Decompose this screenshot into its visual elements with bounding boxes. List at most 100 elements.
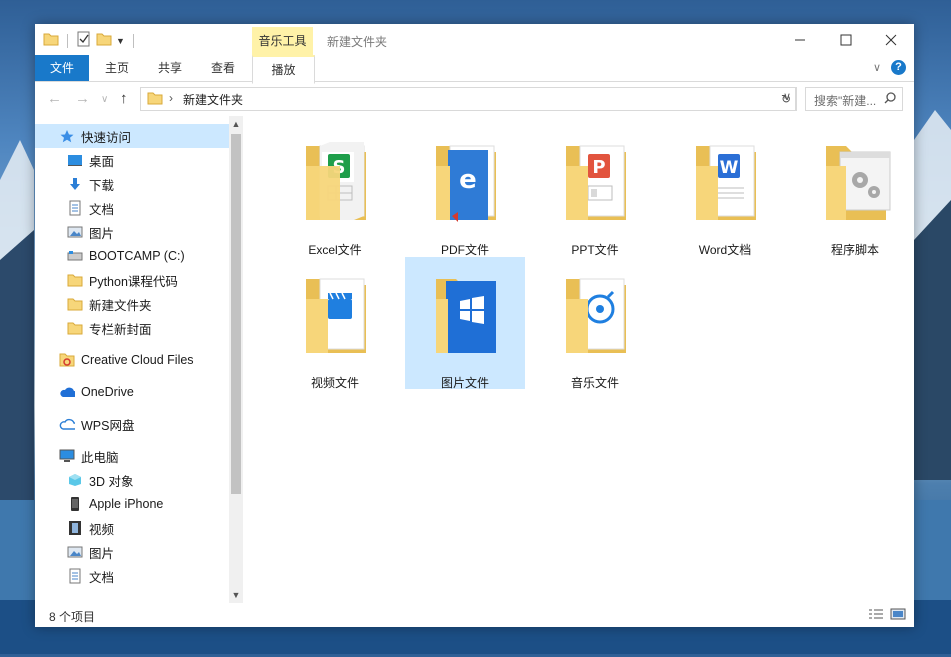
new-folder-icon[interactable] xyxy=(96,32,112,49)
nav-item-downloads[interactable]: 下载 xyxy=(35,172,229,196)
pdf-folder-icon: e xyxy=(436,145,496,222)
file-item-script[interactable]: 程序脚本 xyxy=(795,124,915,257)
tab-share[interactable]: 共享 xyxy=(148,55,192,81)
help-icon[interactable]: ? xyxy=(891,60,906,75)
ribbon-tools: ∨ ? xyxy=(873,60,906,75)
nav-item-pictures[interactable]: 图片 xyxy=(35,220,229,244)
nav-item-new-folder[interactable]: 新建文件夹 xyxy=(35,292,229,316)
nav-label: Apple iPhone xyxy=(89,497,164,511)
status-bar: 8 个项目 xyxy=(35,603,914,627)
up-arrow-icon[interactable]: ↑ xyxy=(120,90,128,107)
maximize-icon xyxy=(840,34,852,45)
breadcrumb-chevron-icon[interactable]: › xyxy=(169,91,173,105)
nav-item-bootcamp-drive[interactable]: BOOTCAMP (C:) xyxy=(35,244,229,268)
minimize-icon xyxy=(795,39,805,40)
address-bar[interactable]: › 新建文件夹 ∨ xyxy=(140,87,796,111)
search-box[interactable]: 搜索"新建... xyxy=(805,87,903,111)
drive-icon xyxy=(67,248,83,264)
nav-label: 文档 xyxy=(89,202,115,217)
recent-locations-chevron-icon[interactable]: ∨ xyxy=(101,94,108,105)
details-view-icon[interactable] xyxy=(868,608,884,623)
file-explorer-window: ▼ 音乐工具 新建文件夹 文件 主页 共享 查看 播放 ∨ ? ← → ∨ ↑ xyxy=(35,24,914,627)
divider xyxy=(132,33,134,48)
nav-label: Creative Cloud Files xyxy=(81,353,194,367)
svg-text:W: W xyxy=(720,158,739,178)
nav-item-column-cover-folder[interactable]: 专栏新封面 xyxy=(35,316,229,340)
nav-label: OneDrive xyxy=(81,385,134,399)
nav-item-documents-pc[interactable]: 文档 xyxy=(35,564,229,588)
nav-label: WPS网盘 xyxy=(81,418,135,433)
nav-item-this-pc[interactable]: 此电脑 xyxy=(35,444,229,468)
nav-scrollbar[interactable]: ▲ ▼ xyxy=(229,116,243,603)
context-tab-header: 音乐工具 xyxy=(252,27,313,55)
nav-item-videos[interactable]: 视频 xyxy=(35,516,229,540)
nav-item-desktop[interactable]: 桌面 xyxy=(35,148,229,172)
folder-icon xyxy=(67,272,83,288)
file-item-label: 程序脚本 xyxy=(830,243,879,257)
file-item-word[interactable]: W Word文档 xyxy=(665,124,785,257)
back-arrow-icon[interactable]: ← xyxy=(47,90,62,107)
nav-item-quick-access[interactable]: 快速访问 xyxy=(35,124,229,148)
forward-arrow-icon[interactable]: → xyxy=(75,90,90,107)
nav-item-apple-iphone[interactable]: Apple iPhone xyxy=(35,492,229,516)
file-item-label: 视频文件 xyxy=(310,376,359,390)
refresh-icon: ↻ xyxy=(780,92,792,106)
nav-label: 下载 xyxy=(89,178,115,193)
close-button[interactable] xyxy=(868,24,914,55)
nav-item-creative-cloud[interactable]: Creative Cloud Files xyxy=(35,348,229,372)
nav-item-onedrive[interactable]: OneDrive xyxy=(35,380,229,404)
document-icon xyxy=(67,200,83,216)
quick-access-toolbar: ▼ xyxy=(43,31,138,50)
divider xyxy=(67,33,68,48)
nav-item-documents[interactable]: 文档 xyxy=(35,196,229,220)
file-item-label: PPT文件 xyxy=(571,243,619,257)
window-title: 新建文件夹 xyxy=(327,35,388,49)
nav-item-python-folder[interactable]: Python课程代码 xyxy=(35,268,229,292)
picture-icon xyxy=(67,224,83,240)
file-item-ppt[interactable]: P PPT文件 xyxy=(535,124,655,257)
large-icons-view-icon[interactable] xyxy=(890,608,906,623)
title-bar: ▼ 音乐工具 新建文件夹 xyxy=(35,24,914,55)
nav-item-pictures-pc[interactable]: 图片 xyxy=(35,540,229,564)
scrollbar-thumb[interactable] xyxy=(231,134,241,494)
minimize-button[interactable] xyxy=(777,24,823,55)
address-row: ← → ∨ ↑ › 新建文件夹 ∨ ↻ 搜索"新建... xyxy=(35,83,914,115)
customize-toolbar-dropdown-icon[interactable]: ▼ xyxy=(116,36,125,46)
close-icon xyxy=(885,34,897,45)
maximize-button[interactable] xyxy=(823,24,869,55)
nav-label: 快速访问 xyxy=(81,130,132,145)
svg-text:P: P xyxy=(592,157,605,178)
file-item-video[interactable]: 视频文件 xyxy=(275,257,395,390)
ribbon-tab-bar: 文件 主页 共享 查看 播放 ∨ ? xyxy=(35,55,914,84)
refresh-button[interactable]: ↻ xyxy=(776,87,797,111)
gear-folder-icon xyxy=(826,146,891,220)
file-item-music[interactable]: 音乐文件 xyxy=(535,257,655,390)
search-icon xyxy=(884,92,896,107)
expand-ribbon-chevron-icon[interactable]: ∨ xyxy=(873,61,881,74)
nav-item-wps-cloud[interactable]: WPS网盘 xyxy=(35,412,229,436)
search-placeholder: 搜索"新建... xyxy=(814,94,877,108)
navigation-pane: 快速访问 桌面 下载 文档 图片 BOOTCAMP (C:) Python课程代… xyxy=(35,116,229,603)
nav-label: Python课程代码 xyxy=(89,274,178,289)
properties-checkbox-icon[interactable] xyxy=(76,31,92,50)
file-item-pictures[interactable]: 图片文件 xyxy=(405,257,525,390)
file-item-pdf[interactable]: e PDF文件 xyxy=(405,124,525,257)
star-icon xyxy=(59,128,75,144)
breadcrumb-current-folder[interactable]: 新建文件夹 xyxy=(183,91,243,108)
phone-icon xyxy=(67,496,83,512)
tab-file[interactable]: 文件 xyxy=(35,55,89,81)
nav-item-3d-objects[interactable]: 3D 对象 xyxy=(35,468,229,492)
scroll-up-arrow-icon[interactable]: ▲ xyxy=(229,116,243,132)
tab-view[interactable]: 查看 xyxy=(201,55,245,81)
tab-home[interactable]: 主页 xyxy=(95,55,139,81)
nav-label: 视频 xyxy=(89,522,115,537)
onedrive-cloud-icon xyxy=(59,384,75,400)
tab-play[interactable]: 播放 xyxy=(252,55,315,84)
computer-icon xyxy=(59,448,75,464)
wps-cloud-icon xyxy=(59,416,75,432)
scroll-down-arrow-icon[interactable]: ▼ xyxy=(229,587,243,603)
file-item-excel[interactable]: S Excel文件 xyxy=(275,124,395,257)
folder-icon xyxy=(147,91,163,108)
document-icon xyxy=(67,568,83,584)
nav-label: 图片 xyxy=(89,546,115,561)
